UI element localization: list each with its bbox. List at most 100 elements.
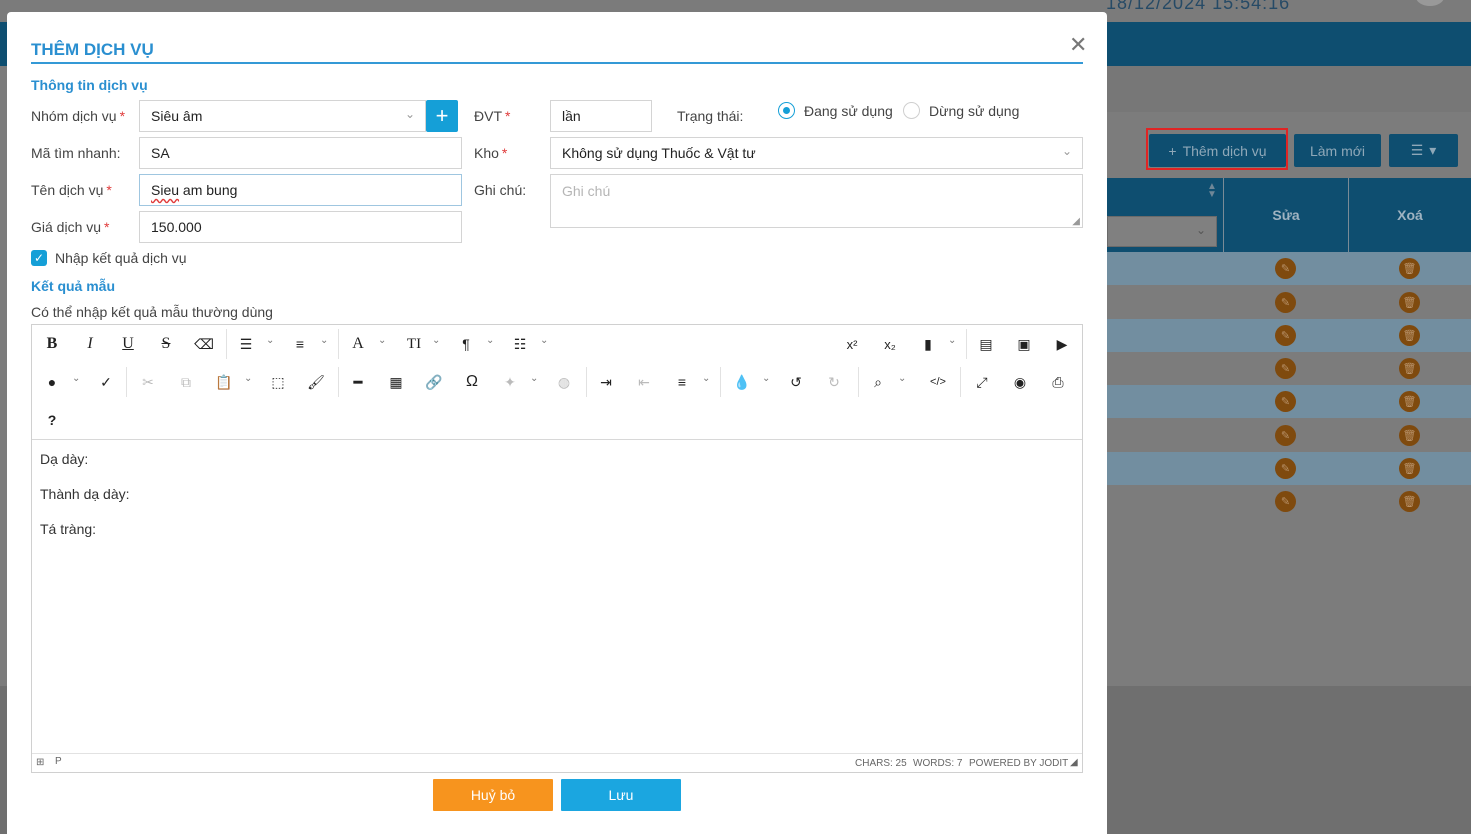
trash-icon[interactable]: 🗑: [1399, 391, 1420, 412]
chevron-down-icon[interactable]: ⌄: [540, 335, 548, 346]
eraser-icon[interactable]: ⌫: [194, 331, 214, 357]
chevron-down-icon[interactable]: ⌄: [72, 373, 80, 384]
font-size-icon[interactable]: TI: [402, 331, 426, 357]
edit-icon[interactable]: ✎: [1275, 458, 1296, 479]
note-textarea[interactable]: Ghi chú ◢: [550, 174, 1083, 228]
link-icon[interactable]: 🔗: [424, 369, 444, 395]
superscript-icon[interactable]: x²: [842, 331, 862, 357]
underline-icon[interactable]: U: [118, 331, 138, 357]
column-menu-button[interactable]: ☰ ▾: [1389, 134, 1458, 167]
chevron-down-icon[interactable]: ⌄: [702, 373, 710, 384]
trash-icon[interactable]: 🗑: [1399, 325, 1420, 346]
chevron-down-icon[interactable]: ⌄: [244, 373, 252, 384]
format-painter-icon[interactable]: 🖌: [306, 369, 326, 395]
status-inactive-radio[interactable]: Dừng sử dụng: [903, 102, 1019, 119]
element-path[interactable]: P: [55, 756, 62, 767]
trash-icon[interactable]: 🗑: [1399, 358, 1420, 379]
cancel-button[interactable]: Huỷ bỏ: [433, 779, 553, 811]
source-code-icon[interactable]: </>: [928, 369, 948, 395]
help-icon[interactable]: ?: [42, 407, 62, 433]
image-icon[interactable]: ▣: [1014, 331, 1034, 357]
unit-input[interactable]: lần: [550, 100, 652, 132]
template-hint: Có thể nhập kết quả mẫu thường dùng: [31, 304, 273, 320]
microphone-icon[interactable]: ●: [42, 369, 62, 395]
chevron-down-icon[interactable]: ⌄: [266, 335, 274, 346]
add-group-button[interactable]: +: [426, 100, 458, 132]
enter-result-checkbox[interactable]: ✓ Nhập kết quả dịch vụ: [31, 250, 187, 266]
toolbar-separator: [338, 329, 339, 359]
trash-icon[interactable]: 🗑: [1399, 458, 1420, 479]
close-icon[interactable]: ✕: [1069, 32, 1087, 58]
trash-icon[interactable]: 🗑: [1399, 425, 1420, 446]
bullet-list-icon[interactable]: ☰: [236, 331, 256, 357]
paste-icon[interactable]: 📋: [214, 369, 234, 395]
edit-icon[interactable]: ✎: [1275, 491, 1296, 512]
edit-icon[interactable]: ✎: [1275, 258, 1296, 279]
color-drop-icon[interactable]: 💧: [732, 369, 752, 395]
horizontal-rule-icon[interactable]: ━: [348, 369, 368, 395]
document-icon[interactable]: ▤: [976, 331, 996, 357]
warehouse-select[interactable]: Không sử dụng Thuốc & Vật tư ⌄: [550, 137, 1083, 169]
subscript-icon[interactable]: x₂: [880, 331, 900, 357]
chevron-down-icon[interactable]: ⌄: [898, 373, 906, 384]
chevron-down-icon[interactable]: ⌄: [378, 335, 386, 346]
chevron-down-icon[interactable]: ⌄: [320, 335, 328, 346]
group-select[interactable]: Siêu âm ⌄: [139, 100, 426, 132]
italic-icon[interactable]: I: [80, 331, 100, 357]
chevron-down-icon[interactable]: ⌄: [948, 335, 956, 346]
indent-icon[interactable]: ⇥: [596, 369, 616, 395]
refresh-button[interactable]: Làm mới: [1294, 134, 1381, 167]
edit-icon[interactable]: ✎: [1275, 292, 1296, 313]
spellcheck-icon[interactable]: ✓: [96, 369, 116, 395]
print-icon[interactable]: ⎙: [1048, 369, 1068, 395]
edit-icon[interactable]: ✎: [1275, 358, 1296, 379]
fullscreen-icon[interactable]: ⤢: [972, 369, 992, 395]
sort-icon[interactable]: ▲ ▼: [1207, 182, 1217, 200]
chevron-down-icon[interactable]: ⌄: [530, 373, 538, 384]
section-template-result: Kết quả mẫu: [31, 278, 116, 294]
service-name-input[interactable]: Sieu am bung: [139, 174, 462, 206]
save-button[interactable]: Lưu: [561, 779, 681, 811]
chevron-down-icon[interactable]: ⌄: [432, 335, 440, 346]
chevron-down-icon[interactable]: ⌄: [486, 335, 494, 346]
quick-code-input[interactable]: SA: [139, 137, 462, 169]
content-line: Dạ dày:: [40, 451, 89, 467]
redo-icon[interactable]: ↻: [824, 369, 844, 395]
price-input[interactable]: 150.000: [139, 211, 462, 243]
preview-eye-icon[interactable]: ◉: [1010, 369, 1030, 395]
note-placeholder: Ghi chú: [562, 183, 611, 199]
numbered-list-icon[interactable]: ≡: [290, 331, 310, 357]
outdent-icon[interactable]: ⇤: [634, 369, 654, 395]
chevron-down-icon[interactable]: ⌄: [762, 373, 770, 384]
special-char-icon[interactable]: Ω: [462, 369, 482, 395]
resize-handle-icon[interactable]: ◢: [1072, 216, 1080, 227]
strikethrough-icon[interactable]: S: [156, 331, 176, 357]
trash-icon[interactable]: 🗑: [1399, 292, 1420, 313]
cut-icon[interactable]: ✂: [138, 369, 158, 395]
column-filter-select[interactable]: ⌄: [1107, 216, 1217, 247]
table-icon[interactable]: ▦: [386, 369, 406, 395]
ai-assistant-icon[interactable]: ◍: [554, 369, 574, 395]
font-icon[interactable]: A: [348, 331, 368, 357]
align-icon[interactable]: ≡: [672, 369, 692, 395]
line-height-icon[interactable]: ☷: [510, 331, 530, 357]
paragraph-icon[interactable]: ¶: [456, 331, 476, 357]
status-active-radio[interactable]: Đang sử dụng: [778, 102, 893, 119]
magic-wand-icon[interactable]: ✦: [500, 369, 520, 395]
powered-by-link[interactable]: POWERED BY JODIT: [969, 758, 1068, 769]
undo-icon[interactable]: ↺: [786, 369, 806, 395]
search-icon[interactable]: ⌕: [868, 369, 888, 395]
select-all-icon[interactable]: ⬚: [268, 369, 288, 395]
grid-icon[interactable]: ⊞: [36, 757, 44, 768]
edit-icon[interactable]: ✎: [1275, 391, 1296, 412]
file-icon[interactable]: ▮: [918, 331, 938, 357]
video-icon[interactable]: ▶: [1052, 331, 1072, 357]
copy-icon[interactable]: ⧉: [176, 369, 196, 395]
resize-handle-icon[interactable]: ◢: [1070, 757, 1078, 768]
edit-icon[interactable]: ✎: [1275, 325, 1296, 346]
trash-icon[interactable]: 🗑: [1399, 491, 1420, 512]
word-count: WORDS: 7: [913, 758, 963, 769]
bold-icon[interactable]: B: [42, 331, 62, 357]
edit-icon[interactable]: ✎: [1275, 425, 1296, 446]
trash-icon[interactable]: 🗑: [1399, 258, 1420, 279]
